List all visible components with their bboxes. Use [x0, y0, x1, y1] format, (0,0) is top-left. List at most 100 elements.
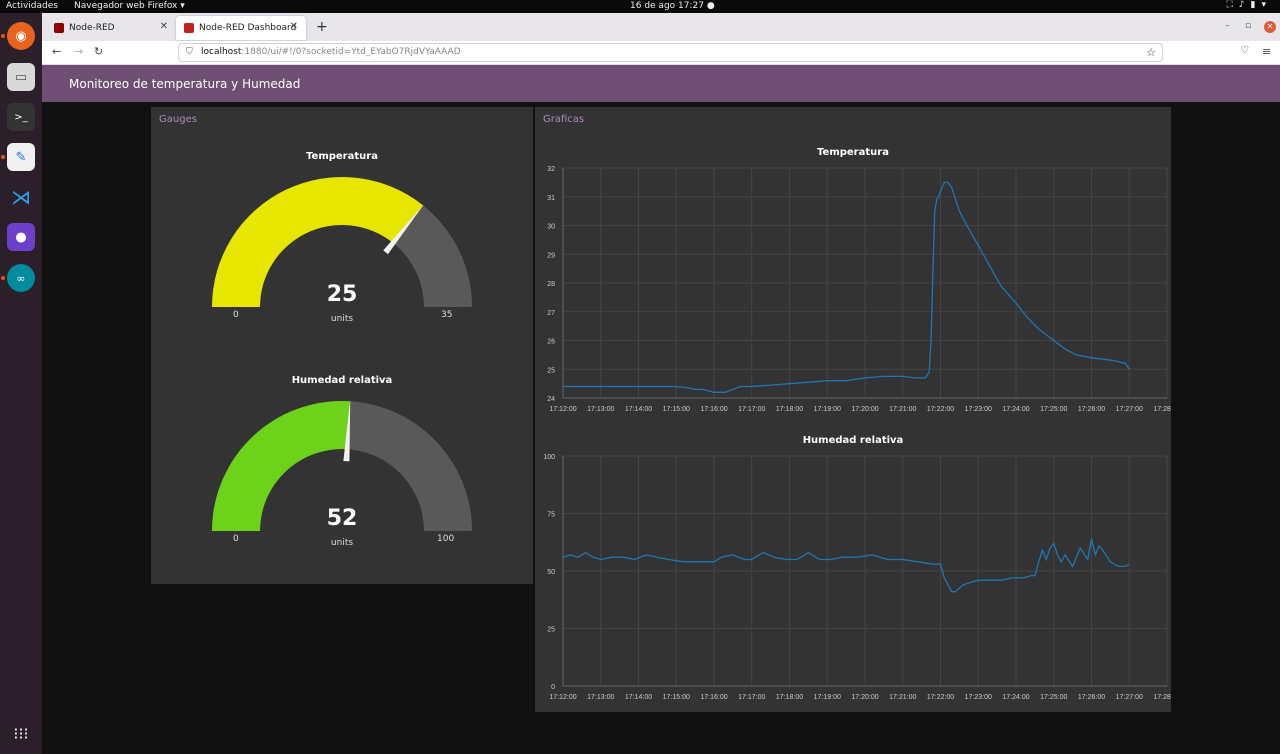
pocket-icon[interactable]: ♡: [1240, 45, 1249, 56]
x-tick-label: 17:25:00: [1040, 406, 1067, 413]
x-tick-label: 17:24:00: [1002, 406, 1029, 413]
back-icon[interactable]: ←: [52, 45, 61, 58]
new-tab-icon[interactable]: +: [316, 19, 328, 35]
x-tick-label: 17:18:00: [776, 694, 803, 701]
x-tick-label: 17:17:00: [738, 694, 765, 701]
y-tick-label: 26: [547, 339, 555, 346]
system-top-bar: Actividades Navegador web Firefox ▾ 16 d…: [0, 0, 1280, 13]
chart-title: Humedad relativa: [802, 435, 904, 446]
y-tick-label: 25: [547, 367, 555, 374]
node-red-icon: [54, 23, 64, 33]
y-tick-label: 32: [547, 166, 555, 173]
gauge-value: 52: [326, 506, 358, 531]
y-tick-label: 29: [547, 252, 555, 259]
x-tick-label: 17:22:00: [927, 694, 954, 701]
humidity-chart: 17:12:00 17:13:00 17:14:00 17:15:00 17:16:00…: [543, 454, 1171, 701]
battery-icon: ▮: [1250, 0, 1262, 10]
arduino-icon[interactable]: ∞: [7, 264, 35, 292]
files-icon[interactable]: ▭: [7, 63, 35, 91]
running-indicator: [1, 155, 5, 159]
tab-node-red-dashboard[interactable]: Node-RED Dashboard ✕: [176, 16, 306, 40]
github-icon[interactable]: ●: [7, 223, 35, 251]
x-tick-label: 17:13:00: [587, 406, 614, 413]
x-tick-label: 17:15:00: [663, 694, 690, 701]
dock: ◉ ▭ >_ ✎ ⋊ ● ∞ ⁝⁝⁝: [0, 13, 42, 754]
y-tick-label: 75: [547, 512, 555, 519]
gauge-title: Temperatura: [306, 151, 378, 162]
url-path: :1880/ui/#!/0?socketid=Ytd_EYabO7RjdVYaA…: [241, 47, 461, 57]
dashboard-header: Monitoreo de temperatura y Humedad: [42, 65, 1280, 102]
x-tick-label: 17:27:00: [1116, 694, 1143, 701]
gauge-min: 0: [233, 534, 239, 544]
group-title: Graficas: [543, 114, 585, 125]
system-tray[interactable]: ⛶♪▮▾: [1226, 0, 1272, 10]
y-tick-label: 50: [547, 569, 555, 576]
clock[interactable]: 16 de ago 17:27 ●: [630, 1, 715, 11]
temperature-chart: 17:12:00 17:13:00 17:14:00 17:15:00 17:16:00…: [547, 166, 1171, 413]
url-host: localhost: [201, 47, 242, 57]
y-tick-label: 28: [547, 281, 555, 288]
terminal-icon[interactable]: >_: [7, 103, 35, 131]
y-tick-label: 31: [547, 195, 555, 202]
x-tick-label: 17:16:00: [700, 406, 727, 413]
close-icon[interactable]: ✕: [290, 21, 298, 32]
close-icon[interactable]: ✕: [160, 21, 168, 32]
dashboard-content: Gauges Temperatura 25 units 0 35 Humedad…: [42, 102, 1280, 754]
y-tick-label: 100: [543, 454, 555, 461]
tab-node-red[interactable]: Node-RED ✕: [46, 16, 176, 40]
chart-title: Temperatura: [817, 147, 889, 158]
x-tick-label: 17:25:00: [1040, 694, 1067, 701]
x-tick-label: 17:14:00: [625, 694, 652, 701]
x-tick-label: 17:26:00: [1078, 406, 1105, 413]
gauge-min: 0: [233, 310, 239, 320]
y-tick-label: 24: [547, 396, 555, 403]
network-icon: ⛶: [1226, 0, 1239, 10]
vscode-icon[interactable]: ⋊: [7, 183, 35, 211]
url-bar[interactable]: ⛉ localhost:1880/ui/#!/0?socketid=Ytd_EY…: [178, 43, 1163, 62]
app-menu[interactable]: Navegador web Firefox ▾: [74, 1, 185, 11]
x-tick-label: 17:26:00: [1078, 694, 1105, 701]
page-title: Monitoreo de temperatura y Humedad: [69, 77, 301, 91]
tab-label: Node-RED Dashboard: [199, 23, 297, 33]
x-tick-label: 17:19:00: [814, 694, 841, 701]
x-tick-label: 17:13:00: [587, 694, 614, 701]
gauge-units: units: [330, 538, 354, 548]
gauge-value: 25: [326, 282, 358, 307]
text-editor-icon[interactable]: ✎: [7, 143, 35, 171]
gauge-units: units: [330, 314, 354, 324]
y-tick-label: 25: [547, 627, 555, 634]
volume-icon: ♪: [1238, 0, 1251, 10]
x-tick-label: 17:12:00: [549, 694, 576, 701]
y-tick-label: 30: [547, 224, 555, 231]
gauge-max: 35: [441, 310, 453, 320]
running-indicator: [1, 34, 5, 38]
x-tick-label: 17:15:00: [663, 406, 690, 413]
gauge-title: Humedad relativa: [291, 375, 393, 386]
show-apps-icon[interactable]: ⁝⁝⁝: [7, 719, 35, 747]
tab-label: Node-RED: [69, 23, 115, 33]
menu-icon[interactable]: ≡: [1262, 45, 1271, 58]
bookmark-star-icon[interactable]: ☆: [1146, 46, 1156, 59]
x-tick-label: 17:23:00: [965, 694, 992, 701]
x-tick-label: 17:16:00: [700, 694, 727, 701]
close-window-icon[interactable]: ✕: [1264, 21, 1276, 33]
maximize-icon[interactable]: ▫: [1245, 21, 1251, 31]
x-tick-label: 17:21:00: [889, 406, 916, 413]
reload-icon[interactable]: ↻: [94, 45, 103, 58]
x-tick-label: 17:22:00: [927, 406, 954, 413]
x-tick-label: 17:12:00: [549, 406, 576, 413]
x-tick-label: 17:14:00: [625, 406, 652, 413]
activities-button[interactable]: Actividades: [6, 1, 58, 11]
firefox-icon[interactable]: ◉: [7, 22, 35, 50]
x-tick-label: 17:17:00: [738, 406, 765, 413]
shield-icon: ⛉: [186, 47, 193, 57]
x-tick-label: 17:20:00: [851, 694, 878, 701]
x-tick-label: 17:21:00: [889, 694, 916, 701]
y-tick-label: 27: [547, 310, 555, 317]
node-red-icon: [184, 23, 194, 33]
forward-icon[interactable]: →: [74, 45, 83, 58]
minimize-icon[interactable]: –: [1225, 21, 1230, 31]
chevron-down-icon: ▾: [1261, 0, 1272, 10]
y-tick-label: 0: [551, 684, 555, 691]
running-indicator: [1, 276, 5, 280]
